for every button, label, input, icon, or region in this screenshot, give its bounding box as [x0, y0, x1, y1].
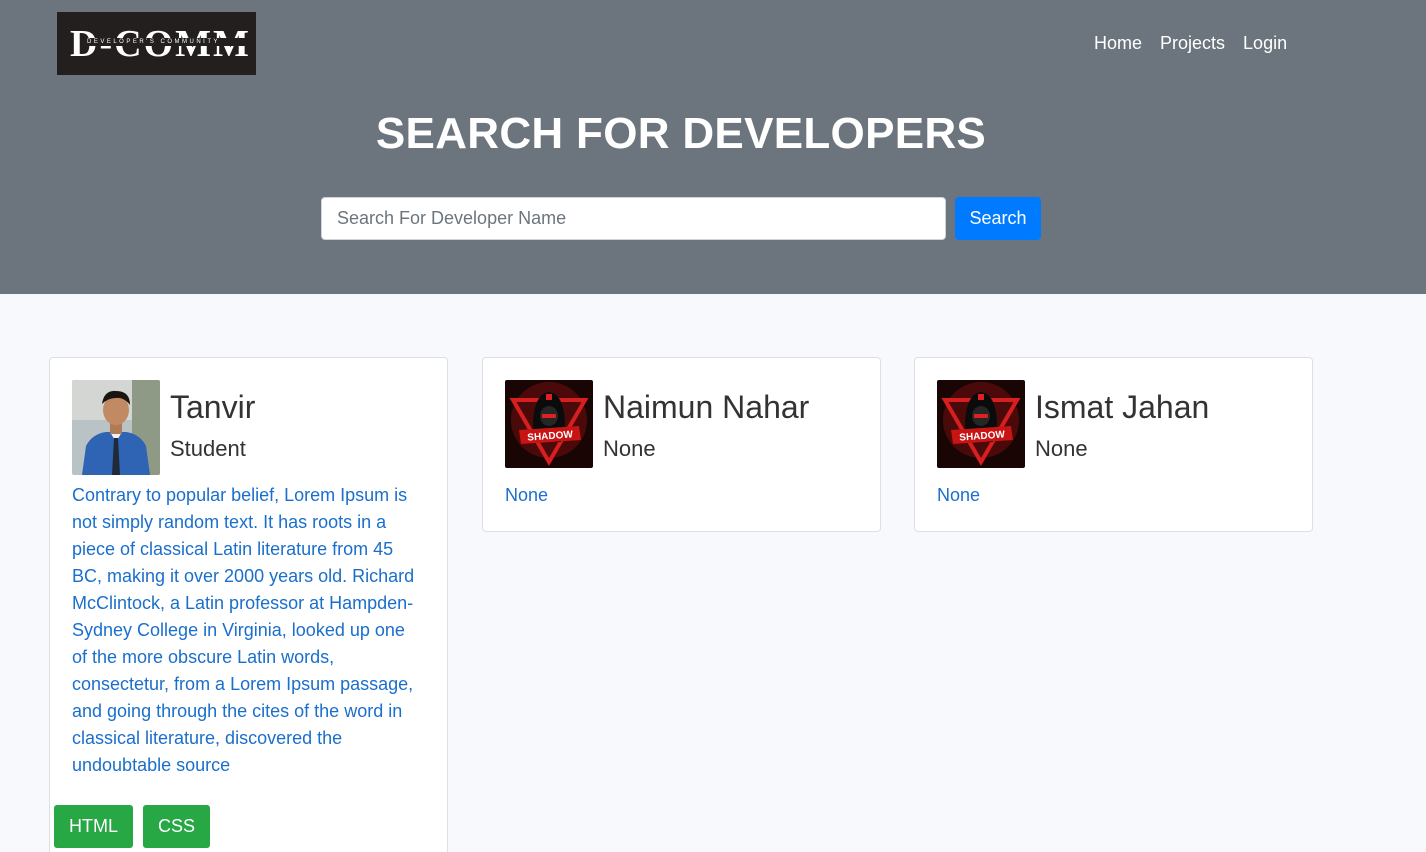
brand-logo[interactable]: D-COMM DEVELOPER'S COMMUNITY — [57, 12, 256, 75]
search-button[interactable]: Search — [955, 197, 1041, 240]
page-title: SEARCH FOR DEVELOPERS — [0, 108, 1362, 160]
search-form: Search — [321, 197, 1041, 240]
title-light: SEARCH FOR — [375, 109, 683, 158]
title-bold: DEVELOPERS — [682, 109, 987, 158]
skill-tag[interactable]: CSS — [143, 805, 211, 848]
developer-card[interactable]: SHADOW Ismat Jahan None None — [914, 357, 1313, 532]
nav-projects-link[interactable]: Projects — [1160, 31, 1225, 55]
nav-home-link[interactable]: Home — [1094, 31, 1142, 55]
developer-name[interactable]: Ismat Jahan — [1035, 388, 1209, 426]
developer-bio[interactable]: None — [937, 482, 1289, 509]
avatar: SHADOW — [505, 380, 593, 468]
developer-headline: None — [603, 436, 656, 461]
main-nav: Home Projects Login — [1094, 31, 1287, 55]
skill-tag[interactable]: HTML — [54, 805, 133, 848]
logo-subtext: DEVELOPER'S COMMUNITY — [87, 39, 220, 45]
shadow-logo-icon: SHADOW — [937, 380, 1025, 468]
profile-photo-icon — [72, 380, 160, 475]
developer-bio[interactable]: Contrary to popular belief, Lorem Ipsum … — [72, 482, 424, 779]
skill-list: HTML CSS — [54, 805, 211, 848]
hero-header: D-COMM DEVELOPER'S COMMUNITY Home Projec… — [0, 0, 1426, 294]
developer-name[interactable]: Naimun Nahar — [603, 388, 809, 426]
developer-headline: Student — [170, 436, 246, 461]
nav-login-link[interactable]: Login — [1243, 31, 1287, 55]
avatar — [72, 380, 160, 475]
shadow-logo-icon: SHADOW — [505, 380, 593, 468]
developer-bio[interactable]: None — [505, 482, 857, 509]
developer-headline: None — [1035, 436, 1088, 461]
developer-card[interactable]: Tanvir Student Contrary to popular belie… — [49, 357, 448, 852]
developer-name[interactable]: Tanvir — [170, 388, 255, 426]
avatar: SHADOW — [937, 380, 1025, 468]
search-input[interactable] — [321, 197, 946, 240]
developer-card[interactable]: SHADOW Naimun Nahar None None — [482, 357, 881, 532]
